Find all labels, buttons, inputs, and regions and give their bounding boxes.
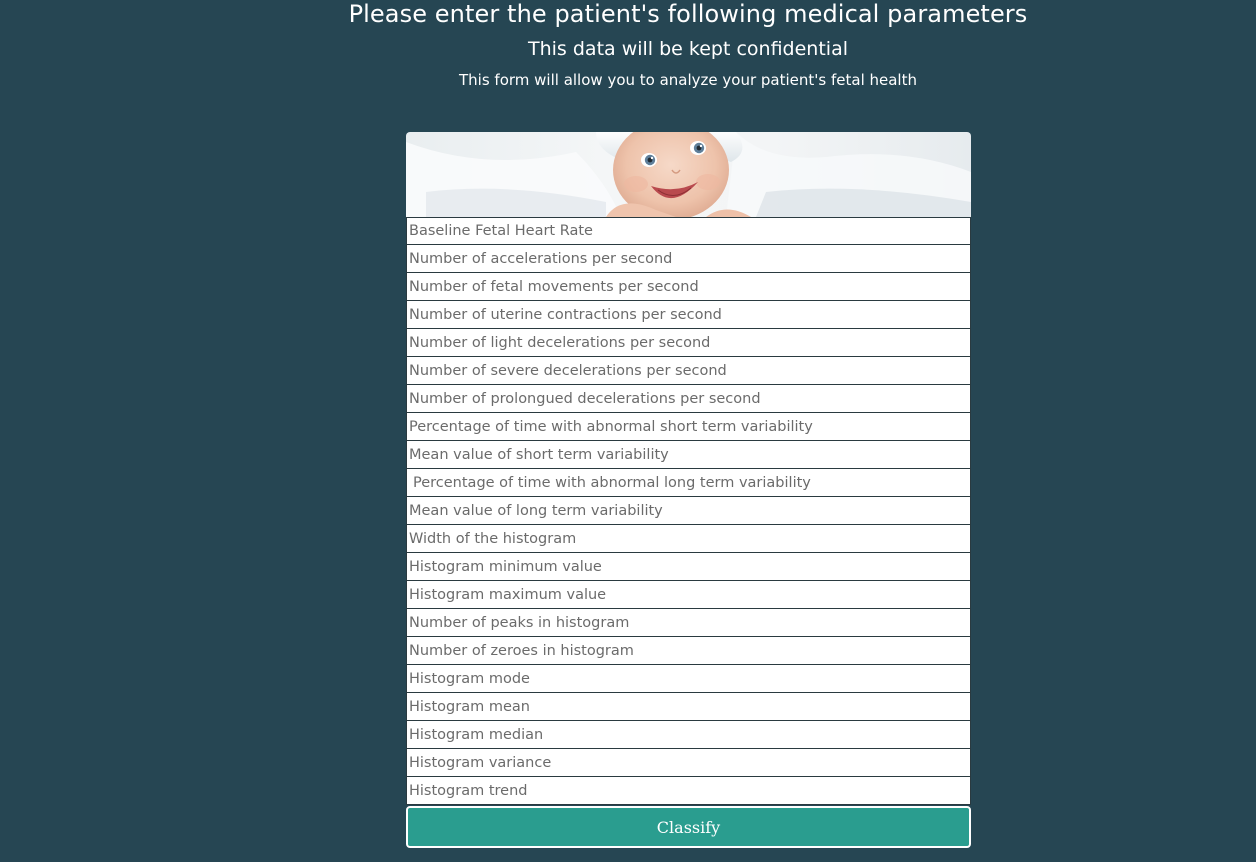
- fetal-movements-input[interactable]: [406, 273, 971, 301]
- histogram-median-input[interactable]: [406, 721, 971, 749]
- histogram-trend-input[interactable]: [406, 777, 971, 805]
- page-subtitle: This data will be kept confidential: [528, 38, 848, 60]
- parameter-fields: [406, 217, 971, 805]
- page-tagline: This form will allow you to analyze your…: [459, 71, 917, 89]
- baseline-fetal-heart-rate-input[interactable]: [406, 217, 971, 245]
- mean-long-term-variability-input[interactable]: [406, 497, 971, 525]
- histogram-min-input[interactable]: [406, 553, 971, 581]
- light-decelerations-input[interactable]: [406, 329, 971, 357]
- abnormal-long-term-variability-input[interactable]: [406, 469, 971, 497]
- histogram-mean-input[interactable]: [406, 693, 971, 721]
- abnormal-short-term-variability-input[interactable]: [406, 413, 971, 441]
- classify-button[interactable]: Classify: [406, 806, 971, 848]
- histogram-variance-input[interactable]: [406, 749, 971, 777]
- prolongued-decelerations-input[interactable]: [406, 385, 971, 413]
- histogram-peaks-input[interactable]: [406, 609, 971, 637]
- mean-short-term-variability-input[interactable]: [406, 441, 971, 469]
- accelerations-input[interactable]: [406, 245, 971, 273]
- histogram-max-input[interactable]: [406, 581, 971, 609]
- histogram-mode-input[interactable]: [406, 665, 971, 693]
- fetal-health-form: Classify: [406, 132, 971, 848]
- histogram-width-input[interactable]: [406, 525, 971, 553]
- baby-banner-image: [406, 132, 971, 217]
- histogram-zeroes-input[interactable]: [406, 637, 971, 665]
- page: Please enter the patient's following med…: [0, 0, 1256, 862]
- uterine-contractions-input[interactable]: [406, 301, 971, 329]
- page-title: Please enter the patient's following med…: [348, 0, 1028, 28]
- severe-decelerations-input[interactable]: [406, 357, 971, 385]
